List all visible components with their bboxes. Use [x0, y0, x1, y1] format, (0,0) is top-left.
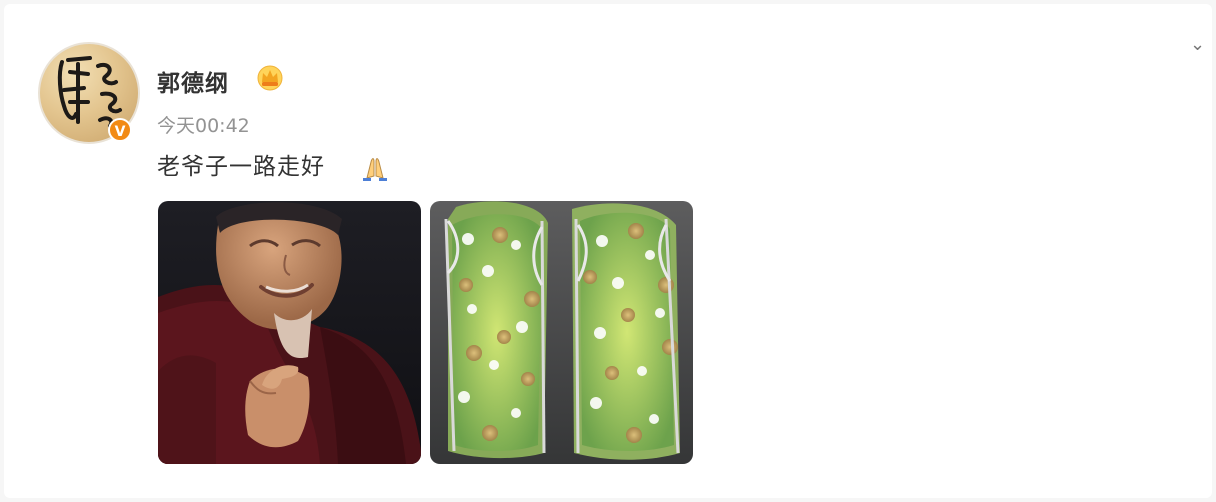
praying-hands-icon	[363, 158, 387, 181]
weibo-post-card: ⌄ V 郭德纲 今天00:42 老爷子一路走好	[4, 4, 1212, 498]
post-time[interactable]: 今天00:42	[157, 111, 250, 138]
weibo-post-background: ⌄ V 郭德纲 今天00:42 老爷子一路走好	[0, 0, 1216, 502]
author-name[interactable]: 郭德纲	[157, 64, 229, 98]
vip-crown-icon	[257, 65, 283, 91]
chevron-down-icon[interactable]: ⌄	[1190, 36, 1205, 54]
post-text: 老爷子一路走好	[157, 154, 325, 180]
wreath-photo-image	[430, 201, 693, 464]
author-avatar[interactable]: V	[38, 42, 140, 144]
portrait-photo[interactable]	[158, 201, 421, 464]
verified-badge-icon: V	[108, 118, 132, 142]
wreath-photo[interactable]	[430, 201, 693, 464]
portrait-photo-image	[158, 201, 421, 464]
